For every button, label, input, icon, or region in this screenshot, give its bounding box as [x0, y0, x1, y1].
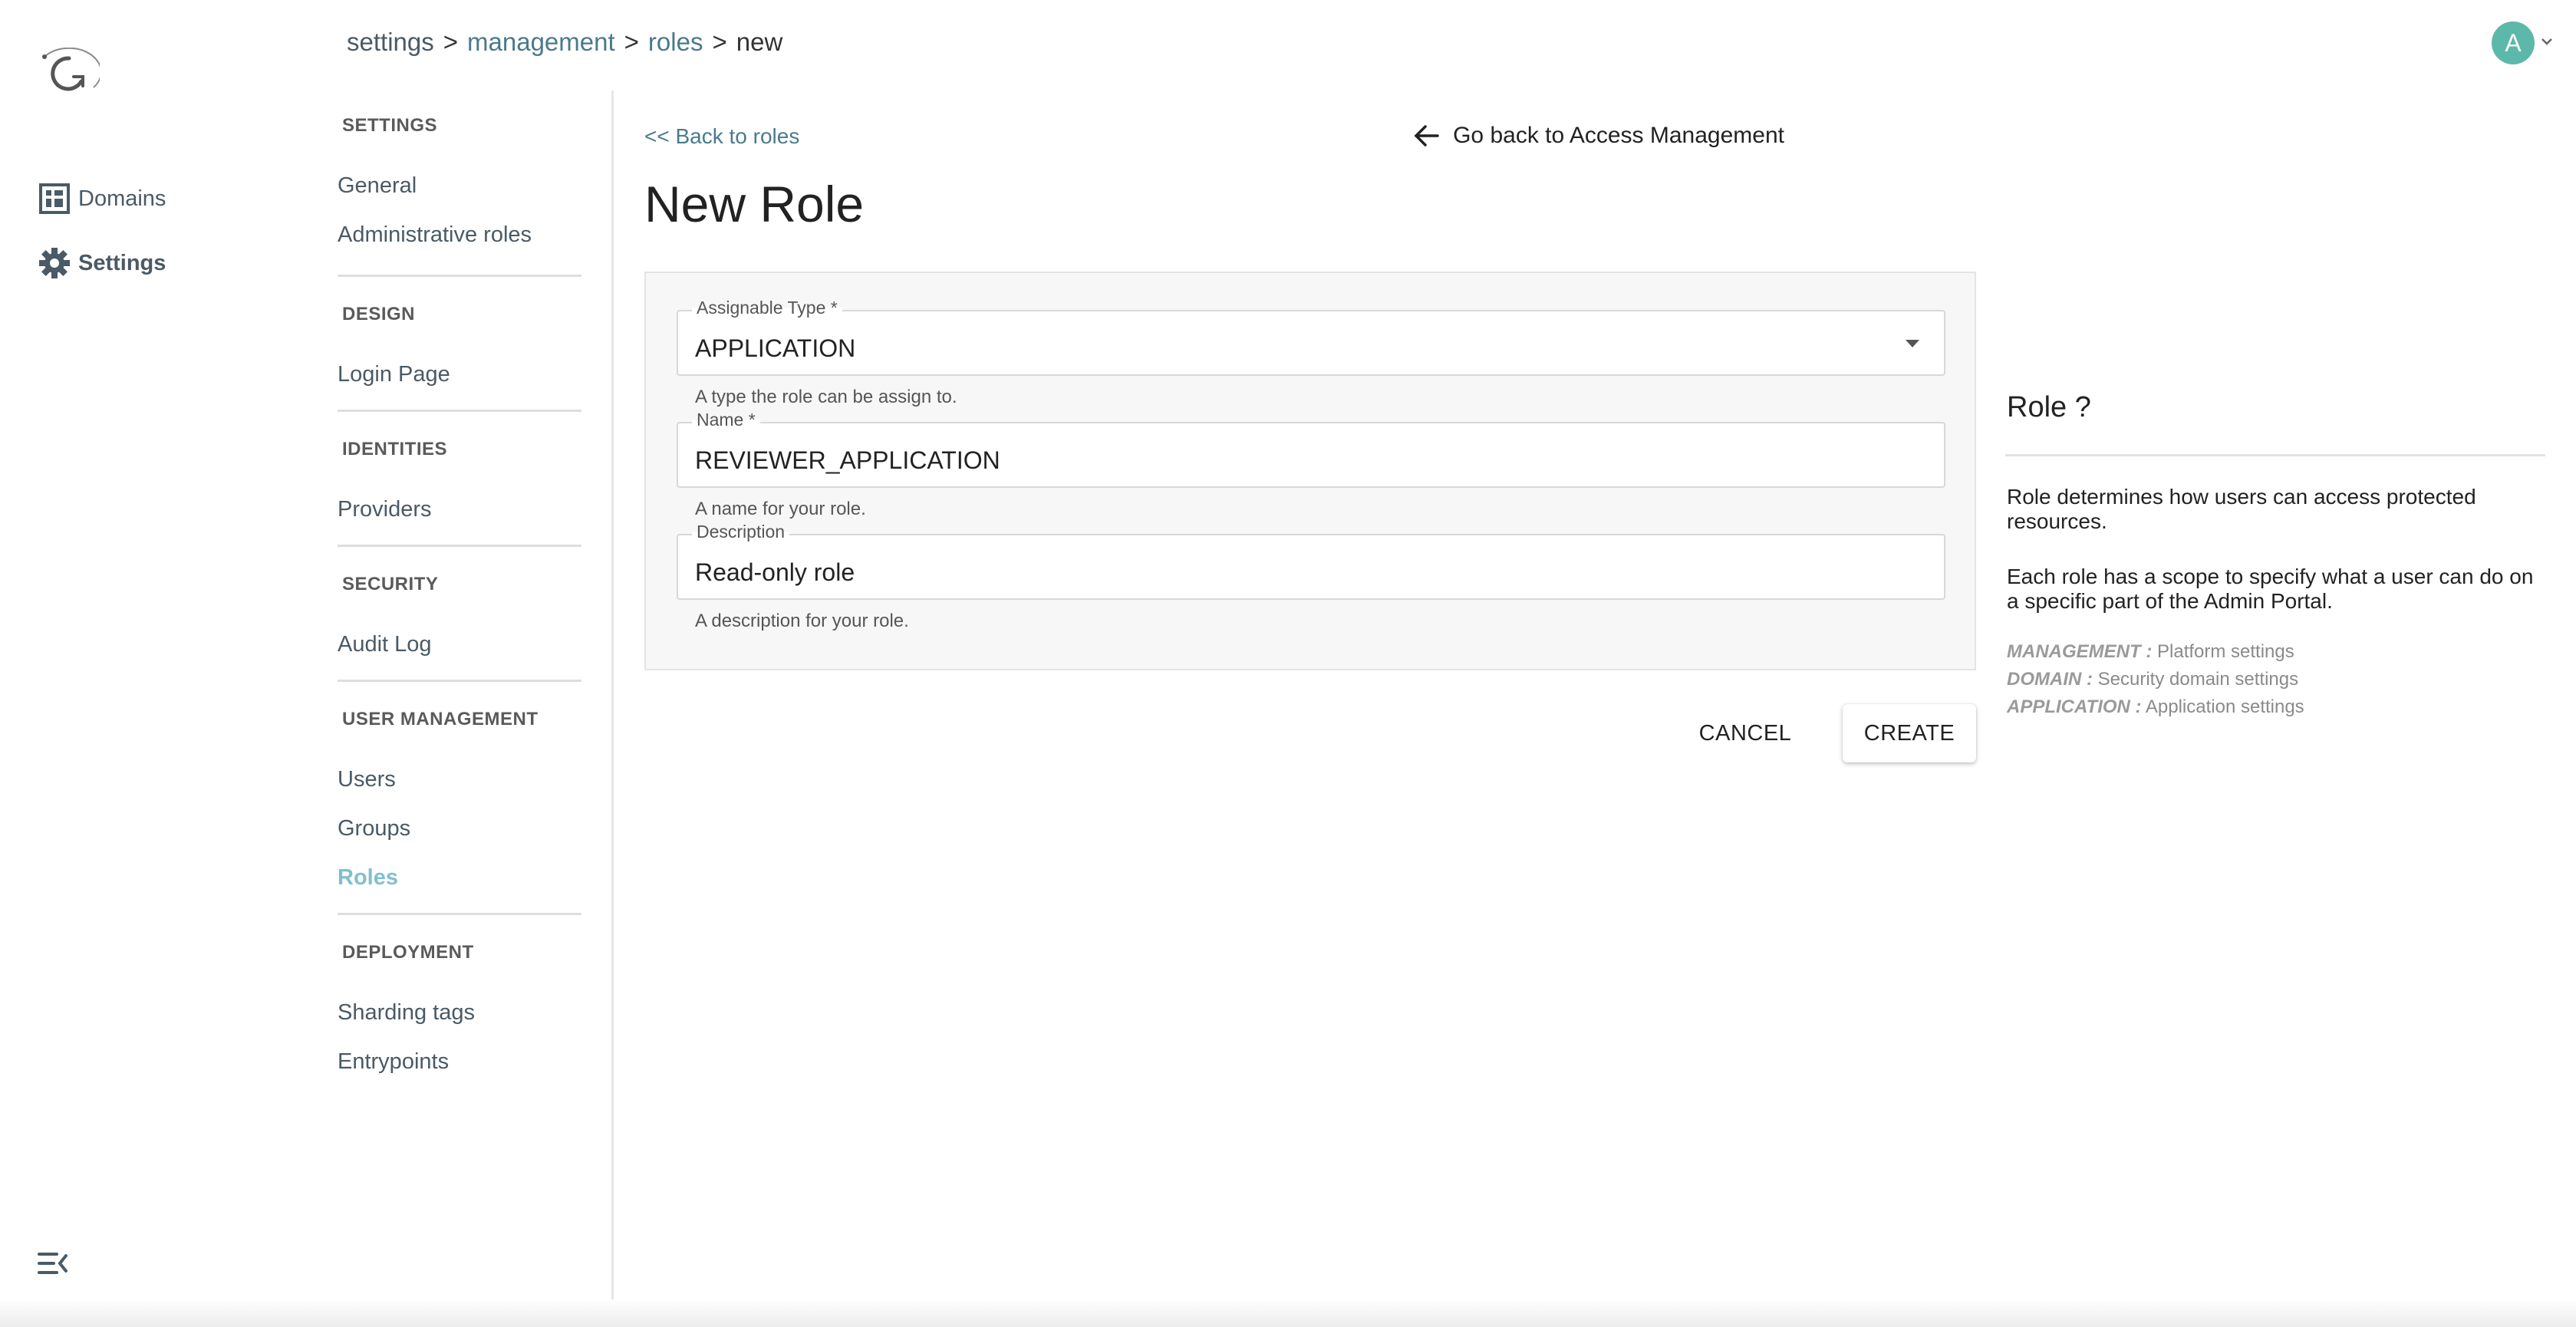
main-content: << Back to roles Go back to Access Manag…: [614, 91, 2576, 1299]
create-button[interactable]: CREATE: [1843, 704, 1976, 762]
gravitee-logo-icon[interactable]: [38, 47, 102, 101]
description-field[interactable]: Description: [677, 522, 1945, 600]
scope-name: APPLICATION :: [2007, 696, 2142, 717]
go-back-to-access-management-link[interactable]: Go back to Access Management: [1401, 123, 1784, 149]
gear-icon: [38, 247, 71, 279]
description-input[interactable]: [695, 558, 1892, 587]
nav-divider: [338, 275, 581, 277]
nav-divider: [338, 913, 581, 915]
dropdown-caret-icon[interactable]: [1904, 338, 1921, 350]
chevron-down-icon[interactable]: [2539, 34, 2555, 49]
breadcrumb: settings > management > roles > new: [347, 28, 782, 57]
nav-section-security: SECURITY: [342, 574, 439, 594]
nav-link-groups[interactable]: Groups: [338, 816, 410, 841]
nav-divider: [338, 545, 581, 547]
breadcrumb-root[interactable]: settings: [347, 28, 434, 56]
nav-link-administrative-roles[interactable]: Administrative roles: [338, 222, 532, 248]
nav-link-providers[interactable]: Providers: [338, 497, 432, 522]
assignable-type-value: APPLICATION: [695, 334, 856, 362]
breadcrumb-separator: >: [712, 28, 727, 56]
description-hint: A description for your role.: [695, 611, 909, 631]
help-scope-domain: DOMAIN : Security domain settings: [2007, 669, 2298, 690]
user-avatar[interactable]: A: [2492, 21, 2535, 64]
nav-section-deployment: DEPLOYMENT: [342, 942, 474, 963]
scope-desc: Platform settings: [2157, 641, 2294, 662]
breadcrumb-roles[interactable]: roles: [648, 28, 703, 56]
name-input[interactable]: [695, 446, 1892, 475]
page-title: New Role: [644, 176, 865, 232]
nav-link-general[interactable]: General: [338, 173, 417, 199]
role-form-card: Assignable Type * APPLICATION A type the…: [644, 272, 1976, 670]
arrow-left-icon: [1414, 125, 1439, 147]
help-paragraph-2: Each role has a scope to specify what a …: [2007, 565, 2534, 613]
nav-divider: [338, 680, 581, 682]
nav-section-settings: SETTINGS: [342, 115, 438, 136]
go-back-label: Go back to Access Management: [1453, 123, 1784, 148]
rail-item-label: Settings: [78, 250, 166, 275]
top-bar: settings > management > roles > new A: [305, 0, 2576, 91]
help-title: Role ?: [2007, 391, 2091, 423]
assignable-type-label: Assignable Type *: [692, 298, 842, 318]
left-rail: Domains Settings: [0, 0, 305, 1327]
settings-nav: SETTINGS General Administrative roles DE…: [305, 91, 614, 1299]
scope-desc: Security domain settings: [2097, 669, 2299, 690]
nav-section-identities: IDENTITIES: [342, 439, 448, 459]
help-divider: [2005, 454, 2545, 456]
nav-link-sharding-tags[interactable]: Sharding tags: [338, 1000, 475, 1026]
help-scope-management: MANAGEMENT : Platform settings: [2007, 641, 2294, 663]
nav-link-entrypoints[interactable]: Entrypoints: [338, 1049, 449, 1075]
scope-desc: Application settings: [2145, 696, 2304, 717]
assignable-type-select[interactable]: Assignable Type * APPLICATION: [677, 298, 1945, 376]
help-scope-application: APPLICATION : Application settings: [2007, 696, 2304, 718]
breadcrumb-separator: >: [443, 28, 459, 56]
description-label: Description: [692, 522, 790, 542]
nav-section-user-management: USER MANAGEMENT: [342, 709, 539, 729]
name-hint: A name for your role.: [695, 499, 866, 519]
bottom-fade: [0, 1299, 2576, 1327]
nav-link-users[interactable]: Users: [338, 767, 396, 792]
app-root: Domains Settings settings > management >…: [0, 0, 2576, 1327]
help-paragraph-1: Role determines how users can access pro…: [2007, 485, 2476, 533]
nav-link-roles[interactable]: Roles: [338, 865, 398, 891]
nav-section-design: DESIGN: [342, 304, 416, 324]
assignable-type-hint: A type the role can be assign to.: [695, 387, 957, 407]
rail-item-label: Domains: [78, 186, 166, 211]
rail-item-domains[interactable]: Domains: [38, 183, 166, 215]
name-field[interactable]: Name *: [677, 410, 1945, 488]
nav-link-login-page[interactable]: Login Page: [338, 362, 450, 387]
breadcrumb-management[interactable]: management: [467, 28, 615, 56]
nav-link-audit-log[interactable]: Audit Log: [338, 632, 432, 657]
name-label: Name *: [692, 410, 760, 430]
breadcrumb-current: new: [736, 28, 783, 56]
cancel-button[interactable]: CANCEL: [1683, 704, 1807, 762]
scope-name: MANAGEMENT :: [2007, 641, 2153, 662]
nav-divider: [338, 410, 581, 412]
breadcrumb-separator: >: [624, 28, 639, 56]
scope-name: DOMAIN :: [2007, 669, 2093, 690]
collapse-menu-icon[interactable]: [37, 1250, 69, 1276]
back-to-roles-link[interactable]: << Back to roles: [644, 124, 799, 149]
domains-grid-icon: [38, 183, 71, 215]
rail-item-settings[interactable]: Settings: [38, 247, 166, 279]
